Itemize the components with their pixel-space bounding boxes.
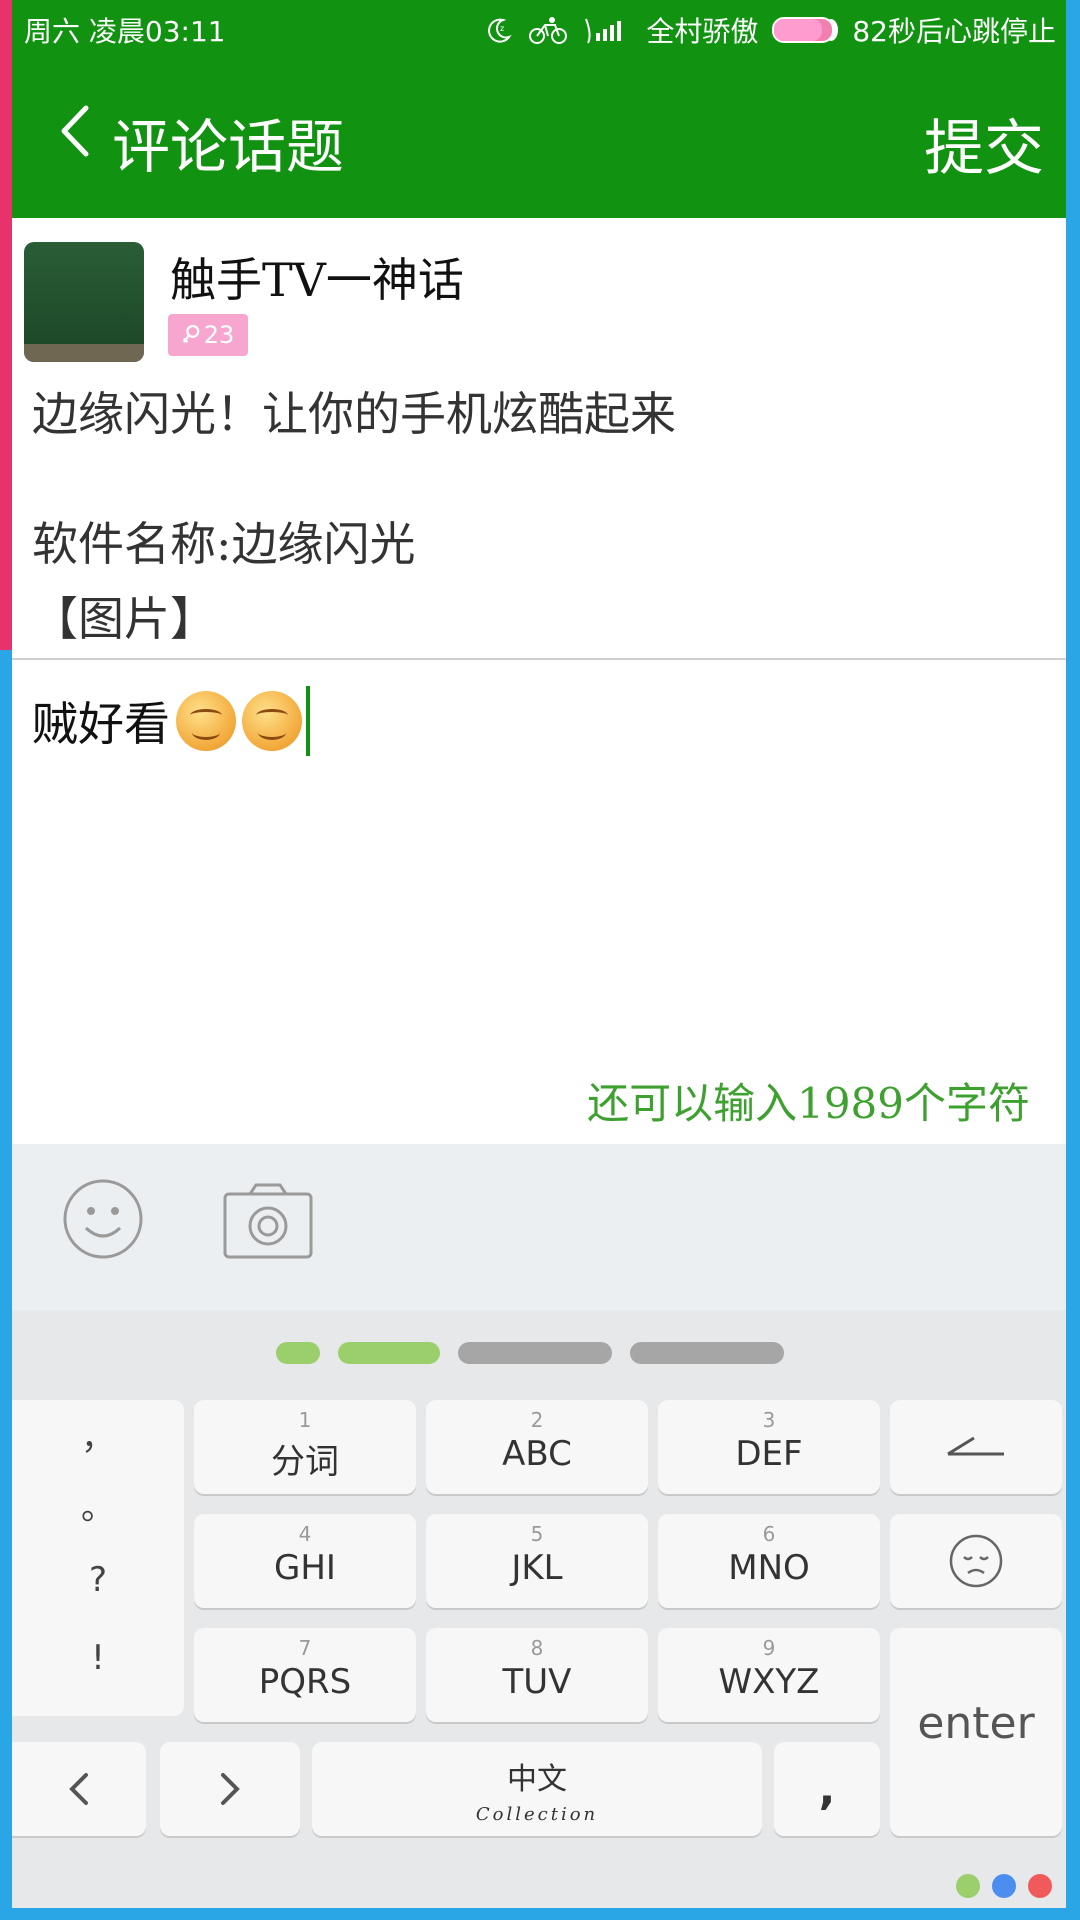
battery-icon xyxy=(772,17,839,43)
moon-icon: z xyxy=(488,18,513,43)
status-time: 周六 凌晨03:11 xyxy=(24,15,226,48)
comment-input[interactable]: 贼好看 xyxy=(32,686,310,756)
key-5[interactable]: 5 JKL xyxy=(426,1514,648,1608)
key-4[interactable]: 4 GHI xyxy=(194,1514,416,1608)
pager-dot[interactable] xyxy=(276,1342,320,1364)
cursor-right-key[interactable] xyxy=(160,1742,300,1836)
battery-text: 82秒后心跳停止 xyxy=(852,15,1056,48)
key-6[interactable]: 6 MNO xyxy=(658,1514,880,1608)
post-card: 触手TV一神话 23 边缘闪光！让你的手机炫酷起来 软件名称:边缘闪光 【图片】 xyxy=(12,218,1066,658)
punct-key[interactable]: ， xyxy=(12,1410,184,1459)
key-8[interactable]: 8 TUV xyxy=(426,1628,648,1722)
signal-icon xyxy=(585,18,622,44)
post-line: 软件名称:边缘闪光 xyxy=(32,517,416,571)
backspace-key[interactable] xyxy=(890,1400,1062,1494)
post-line: 【图片】 xyxy=(32,592,216,646)
ime-keyboard: ， 。 ? ! 1 分词 2 ABC 3 DEF 4 GHI 5 JKL 6 MNO xyxy=(12,1310,1066,1908)
ime-label: 中文 xyxy=(507,1762,567,1797)
chevron-left-icon xyxy=(61,105,89,157)
status-bar: 周六 凌晨03:11 z 全村骄傲 82秒后心跳停止 xyxy=(12,0,1066,56)
submit-button[interactable]: 提交 xyxy=(924,100,1044,187)
language-switch-key[interactable]: 中文 Collection xyxy=(312,1742,762,1836)
post-line: 边缘闪光！让你的手机炫酷起来 xyxy=(32,387,676,441)
key-3[interactable]: 3 DEF xyxy=(658,1400,880,1494)
carrier-name: 全村骄傲 xyxy=(646,15,759,48)
comment-text: 贼好看 xyxy=(32,697,170,751)
status-right: z 全村骄傲 82秒后心跳停止 xyxy=(484,10,1056,50)
avatar[interactable] xyxy=(24,242,144,362)
punctuation-column[interactable]: ， 。 ? ! xyxy=(12,1400,184,1716)
frame-accent xyxy=(0,0,12,650)
theme-dots[interactable] xyxy=(956,1874,1052,1898)
smile-emoji xyxy=(242,691,302,751)
page-title: 评论话题 xyxy=(112,113,345,181)
pager-dot[interactable] xyxy=(458,1342,612,1364)
cursor-left-key[interactable] xyxy=(12,1742,146,1836)
smile-emoji xyxy=(176,691,236,751)
camera-icon[interactable] xyxy=(222,1182,314,1260)
key-2[interactable]: 2 ABC xyxy=(426,1400,648,1494)
arrow-left-icon xyxy=(69,1773,88,1805)
punct-key[interactable]: ! xyxy=(12,1638,184,1678)
arrow-right-icon xyxy=(221,1773,240,1805)
theme-dot[interactable] xyxy=(992,1874,1016,1898)
backspace-icon xyxy=(947,1436,1004,1456)
key-1[interactable]: 1 分词 xyxy=(194,1400,416,1494)
emoji-key[interactable] xyxy=(890,1514,1062,1608)
theme-dot[interactable] xyxy=(1028,1874,1052,1898)
author-name[interactable]: 触手TV一神话 xyxy=(170,244,464,310)
app-bar: 评论话题 提交 xyxy=(12,56,1066,218)
enter-key[interactable]: enter xyxy=(890,1628,1062,1836)
ime-sub: Collection xyxy=(475,1804,599,1825)
punct-key[interactable]: 。 xyxy=(12,1480,184,1529)
keyboard-pager[interactable] xyxy=(276,1342,784,1364)
pager-dot[interactable] xyxy=(630,1342,784,1364)
svg-text:z: z xyxy=(500,24,504,33)
key-7[interactable]: 7 PQRS xyxy=(194,1628,416,1722)
back-button[interactable] xyxy=(42,96,112,166)
smiley-icon[interactable] xyxy=(62,1178,144,1260)
app-window: 周六 凌晨03:11 z 全村骄傲 82秒后心跳停止 评论话题 提交 触手TV一… xyxy=(12,0,1066,1908)
text-caret xyxy=(306,686,310,756)
comment-composer[interactable]: 贼好看 还可以输入1989个字符 xyxy=(12,660,1066,1144)
bike-icon xyxy=(529,17,568,44)
user-badge: 23 xyxy=(168,314,248,356)
attachment-toolbar xyxy=(12,1144,1066,1310)
punct-key[interactable]: ? xyxy=(12,1560,184,1600)
pager-dot[interactable] xyxy=(338,1342,440,1364)
comma-key[interactable]: , xyxy=(774,1742,880,1836)
emoji-face-icon xyxy=(949,1534,1003,1588)
key-9[interactable]: 9 WXYZ xyxy=(658,1628,880,1722)
char-counter: 还可以输入1989个字符 xyxy=(587,1079,1030,1128)
female-icon xyxy=(182,324,200,343)
badge-count: 23 xyxy=(203,321,235,349)
theme-dot[interactable] xyxy=(956,1874,980,1898)
enter-label: enter xyxy=(917,1698,1035,1749)
